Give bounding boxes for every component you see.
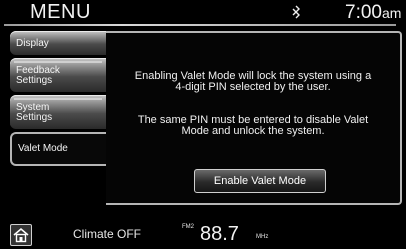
- message-line: 4-digit PIN selected by the user.: [175, 81, 331, 93]
- sync-screen: MENU 7:00am Display Feedback Settings Sy…: [0, 0, 406, 249]
- frequency-unit: MHz: [256, 234, 269, 240]
- tab-stripe: [14, 98, 102, 100]
- enable-valet-mode-button[interactable]: Enable Valet Mode: [194, 169, 326, 193]
- tab-stripe: [14, 61, 102, 63]
- sidebar-item-label: Settings: [16, 75, 53, 86]
- bottom-bar: Climate OFF FM2 88.7 MHz: [0, 220, 406, 249]
- sidebar-item-label: Settings: [16, 112, 53, 123]
- sidebar-item-system-settings[interactable]: System Settings: [10, 95, 106, 129]
- header-bar: MENU 7:00am: [0, 0, 406, 28]
- climate-status[interactable]: Climate OFF: [73, 227, 141, 241]
- home-button[interactable]: [10, 224, 32, 246]
- clock: 7:00am: [345, 2, 401, 24]
- sidebar-item-valet-mode[interactable]: Valet Mode: [10, 132, 108, 166]
- radio-frequency[interactable]: 88.7: [200, 223, 239, 246]
- sidebar-item-feedback-settings[interactable]: Feedback Settings: [10, 58, 106, 92]
- sidebar: Display Feedback Settings System Setting…: [10, 31, 108, 201]
- valet-message-2: The same PIN must be entered to disable …: [116, 115, 390, 137]
- valet-mode-panel: Enabling Valet Mode will lock the system…: [106, 31, 402, 205]
- message-line: Mode and unlock the system.: [181, 125, 325, 137]
- sidebar-item-label: Valet Mode: [18, 143, 68, 154]
- sidebar-item-display[interactable]: Display: [10, 31, 106, 55]
- radio-band: FM2: [182, 224, 194, 230]
- phone-signal-icon: [292, 5, 300, 19]
- header-divider: [4, 24, 396, 26]
- valet-message-1: Enabling Valet Mode will lock the system…: [116, 71, 390, 93]
- sidebar-item-label: Display: [16, 38, 49, 49]
- page-title: MENU: [30, 1, 91, 23]
- clock-time: 7:00: [345, 2, 382, 23]
- home-icon: [13, 227, 29, 243]
- clock-ampm: am: [381, 5, 402, 21]
